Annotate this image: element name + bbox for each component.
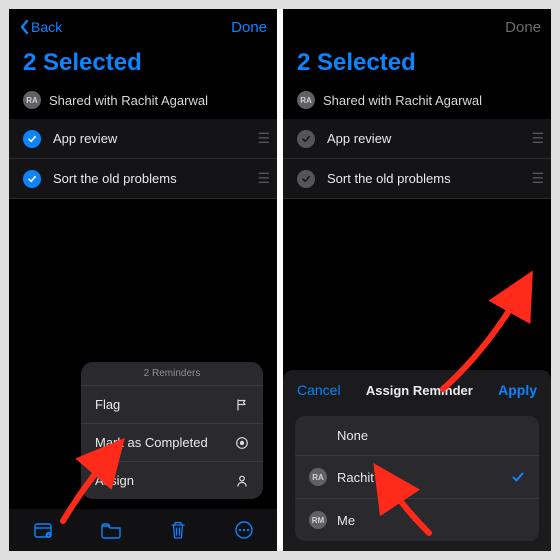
done-button[interactable]: Done bbox=[231, 19, 267, 36]
done-button[interactable]: Done bbox=[505, 19, 541, 36]
chevron-left-icon bbox=[19, 19, 29, 35]
reminder-list: App review ☰ Sort the old problems ☰ bbox=[283, 119, 551, 199]
assignee-option-none[interactable]: None bbox=[295, 416, 539, 456]
avatar: RM bbox=[309, 511, 327, 529]
list-item-label: App review bbox=[53, 131, 257, 146]
circle-dot-icon bbox=[235, 436, 249, 450]
menu-item-label: Mark as Completed bbox=[95, 435, 208, 450]
phone-right: Done 2 Selected RA Shared with Rachit Ag… bbox=[283, 9, 551, 551]
svg-text:+: + bbox=[47, 533, 50, 539]
option-label: None bbox=[337, 428, 368, 443]
page-title: 2 Selected bbox=[9, 45, 277, 87]
option-label: Me bbox=[337, 513, 355, 528]
list-item[interactable]: App review ☰ bbox=[9, 119, 277, 159]
back-button[interactable]: Back bbox=[19, 19, 62, 35]
checkmark-icon[interactable] bbox=[23, 130, 41, 148]
more-icon[interactable] bbox=[234, 520, 254, 540]
list-item[interactable]: Sort the old problems ☰ bbox=[283, 159, 551, 199]
folder-icon[interactable] bbox=[100, 521, 122, 539]
trash-icon[interactable] bbox=[169, 520, 187, 540]
nav-bar: Back Done bbox=[9, 9, 277, 45]
list-item[interactable]: Sort the old problems ☰ bbox=[9, 159, 277, 199]
drag-handle-icon[interactable]: ☰ bbox=[531, 130, 543, 147]
shared-text: Shared with Rachit Agarwal bbox=[49, 93, 208, 108]
avatar: RA bbox=[309, 468, 327, 486]
phone-left: Back Done 2 Selected RA Shared with Rach… bbox=[9, 9, 277, 551]
drag-handle-icon[interactable]: ☰ bbox=[531, 170, 543, 187]
menu-item-complete[interactable]: Mark as Completed bbox=[81, 424, 263, 462]
checkmark-icon[interactable] bbox=[297, 170, 315, 188]
checkmark-icon[interactable] bbox=[297, 130, 315, 148]
list-item-label: Sort the old problems bbox=[327, 171, 531, 186]
assignee-list: None RA Rachit RM Me bbox=[295, 416, 539, 541]
page-title: 2 Selected bbox=[283, 45, 551, 87]
option-label: Rachit bbox=[337, 470, 374, 485]
assignee-option[interactable]: RA Rachit bbox=[295, 456, 539, 499]
menu-item-label: Assign bbox=[95, 473, 134, 488]
calendar-icon[interactable]: + bbox=[33, 521, 53, 539]
menu-item-label: Flag bbox=[95, 397, 120, 412]
shared-row: RA Shared with Rachit Agarwal bbox=[9, 87, 277, 119]
assign-sheet: Cancel Assign Reminder Apply None RA Rac… bbox=[283, 370, 551, 551]
bottom-toolbar: + bbox=[9, 509, 277, 551]
checkmark-icon[interactable] bbox=[23, 170, 41, 188]
menu-header: 2 Reminders bbox=[81, 362, 263, 386]
drag-handle-icon[interactable]: ☰ bbox=[257, 170, 269, 187]
screenshot-pair: Back Done 2 Selected RA Shared with Rach… bbox=[9, 9, 551, 551]
flag-icon bbox=[235, 398, 249, 412]
checkmark-icon bbox=[511, 470, 525, 484]
sheet-nav: Cancel Assign Reminder Apply bbox=[283, 370, 551, 408]
menu-item-assign[interactable]: Assign bbox=[81, 462, 263, 499]
assignee-option[interactable]: RM Me bbox=[295, 499, 539, 541]
list-item-label: Sort the old problems bbox=[53, 171, 257, 186]
avatar: RA bbox=[23, 91, 41, 109]
shared-row: RA Shared with Rachit Agarwal bbox=[283, 87, 551, 119]
list-item[interactable]: App review ☰ bbox=[283, 119, 551, 159]
avatar: RA bbox=[297, 91, 315, 109]
reminder-list: App review ☰ Sort the old problems ☰ bbox=[9, 119, 277, 199]
back-label: Back bbox=[31, 19, 62, 35]
nav-bar: Done bbox=[283, 9, 551, 45]
context-menu: 2 Reminders Flag Mark as Completed Assig… bbox=[81, 362, 263, 499]
person-icon bbox=[235, 474, 249, 488]
sheet-title: Assign Reminder bbox=[366, 383, 473, 398]
menu-item-flag[interactable]: Flag bbox=[81, 386, 263, 424]
list-item-label: App review bbox=[327, 131, 531, 146]
apply-button[interactable]: Apply bbox=[498, 382, 537, 398]
drag-handle-icon[interactable]: ☰ bbox=[257, 130, 269, 147]
cancel-button[interactable]: Cancel bbox=[297, 382, 341, 398]
shared-text: Shared with Rachit Agarwal bbox=[323, 93, 482, 108]
